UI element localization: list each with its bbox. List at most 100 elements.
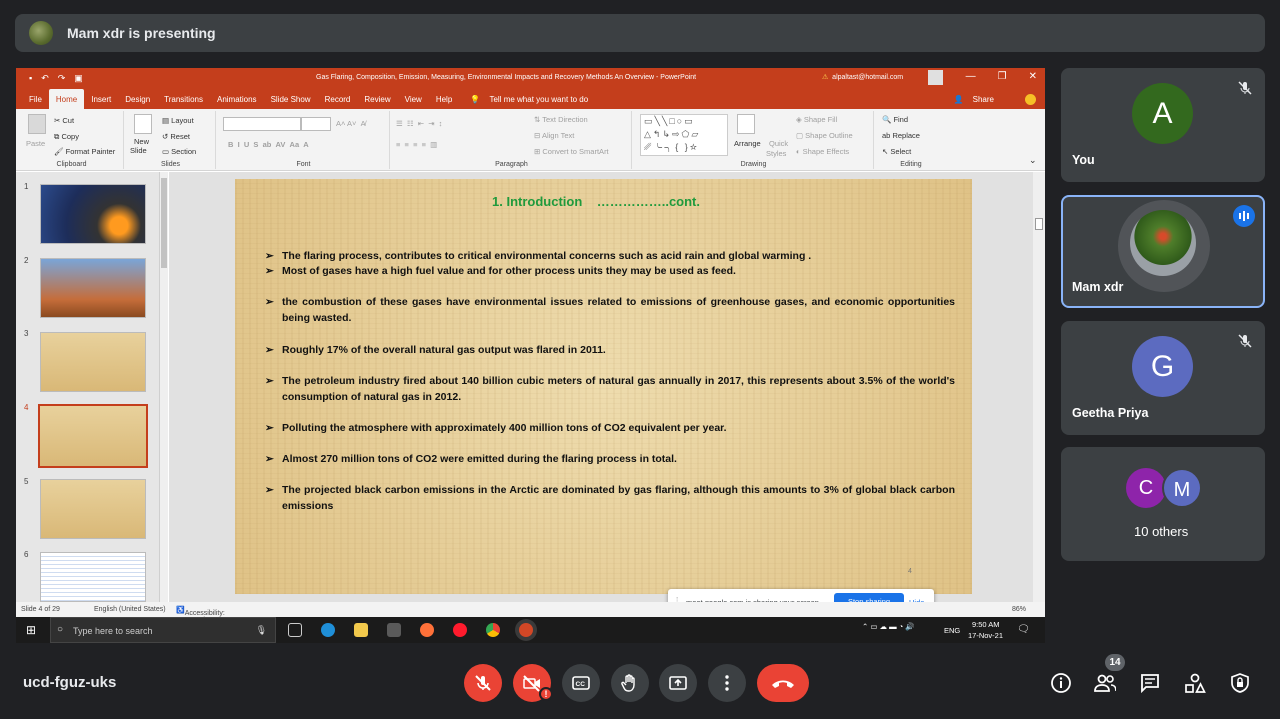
reset-button[interactable]: ↺ Reset bbox=[162, 132, 190, 141]
quick-styles-label[interactable]: Quick bbox=[769, 139, 788, 148]
chrome-icon[interactable] bbox=[486, 623, 500, 637]
new-slide-label-2[interactable]: Slide bbox=[130, 146, 147, 155]
paste-icon[interactable] bbox=[28, 114, 46, 134]
format-painter-button[interactable]: 🖌 Format Painter bbox=[54, 147, 115, 156]
windows-start-icon[interactable]: ⊞ bbox=[26, 623, 36, 637]
host-controls-icon[interactable] bbox=[1229, 672, 1251, 694]
arrange-icon[interactable] bbox=[737, 114, 755, 134]
convert-smartart-button[interactable]: ⊞ Convert to SmartArt bbox=[534, 147, 609, 156]
firefox-icon[interactable] bbox=[420, 623, 434, 637]
font-size-box[interactable] bbox=[301, 117, 331, 131]
powerpoint-taskbar-icon[interactable] bbox=[519, 623, 533, 637]
find-button[interactable]: 🔍 Find bbox=[882, 115, 908, 124]
chat-icon[interactable] bbox=[1139, 672, 1161, 694]
current-slide[interactable]: 1. Introduction ……………..cont. ➢ The flarin… bbox=[235, 179, 972, 594]
microphone-off-button[interactable] bbox=[464, 664, 502, 702]
shape-effects-button[interactable]: ◐ Shape Effects bbox=[796, 147, 849, 156]
meeting-details-icon[interactable] bbox=[1050, 672, 1072, 694]
new-slide-label[interactable]: New bbox=[134, 137, 149, 146]
notifications-icon[interactable]: 🗨 bbox=[1017, 624, 1030, 635]
share-button[interactable]: 👤 Share bbox=[953, 95, 1001, 104]
list-buttons[interactable]: ☰ ☷ ⇤ ⇥ ↕ bbox=[396, 119, 442, 128]
font-size-buttons[interactable]: A˄ A˅ A̸ bbox=[336, 119, 366, 128]
collapse-ribbon-icon[interactable]: ⌄ bbox=[1029, 155, 1037, 166]
people-icon[interactable] bbox=[1094, 672, 1116, 694]
account-avatar[interactable] bbox=[928, 70, 943, 85]
taskbar-search[interactable]: ○ Type here to search 🎙 bbox=[50, 617, 276, 643]
clock-date[interactable]: 17-Nov-21 bbox=[968, 631, 1003, 640]
undo-icon[interactable]: ↶ bbox=[41, 73, 49, 84]
tab-animations[interactable]: Animations bbox=[210, 95, 264, 109]
start-slideshow-icon[interactable]: ▣ bbox=[74, 73, 83, 84]
slide-thumbnail-3[interactable] bbox=[40, 332, 146, 392]
participant-tile-geetha-priya[interactable]: G Geetha Priya bbox=[1061, 321, 1265, 435]
tab-help[interactable]: Help bbox=[429, 95, 459, 109]
slide-thumbnail-4[interactable] bbox=[38, 404, 148, 468]
tab-record[interactable]: Record bbox=[318, 95, 358, 109]
file-explorer-icon[interactable] bbox=[354, 623, 368, 637]
thumbnails-scrollbar[interactable] bbox=[160, 172, 168, 602]
avatar: A bbox=[1132, 83, 1193, 144]
microphone-icon[interactable]: 🎙 bbox=[256, 625, 267, 636]
tab-insert[interactable]: Insert bbox=[84, 95, 118, 109]
copy-button[interactable]: ⧉ Copy bbox=[54, 132, 79, 142]
tab-design[interactable]: Design bbox=[118, 95, 157, 109]
tab-review[interactable]: Review bbox=[357, 95, 397, 109]
edge-icon[interactable] bbox=[321, 623, 335, 637]
language-status[interactable]: English (United States) bbox=[94, 606, 166, 613]
raise-hand-button[interactable] bbox=[611, 664, 649, 702]
shape-outline-button[interactable]: ▢ Shape Outline bbox=[796, 131, 853, 140]
redo-icon[interactable]: ↷ bbox=[58, 73, 66, 84]
opera-icon[interactable] bbox=[453, 623, 467, 637]
quick-styles-label-2[interactable]: Styles bbox=[766, 149, 786, 158]
hang-up-icon bbox=[772, 680, 794, 688]
tab-home[interactable]: Home bbox=[48, 89, 85, 109]
present-now-button[interactable] bbox=[659, 664, 697, 702]
feedback-smiley-icon[interactable] bbox=[1025, 94, 1036, 105]
layout-button[interactable]: ▤ Layout bbox=[162, 116, 194, 125]
new-slide-icon[interactable] bbox=[134, 114, 152, 134]
tell-me-box[interactable]: 💡 Tell me what you want to do bbox=[463, 95, 602, 109]
cut-button[interactable]: ✂ Cut bbox=[54, 116, 74, 125]
font-format-buttons[interactable]: B I U S ab AV Aa A bbox=[228, 140, 309, 149]
activities-icon[interactable] bbox=[1184, 672, 1206, 694]
shape-fill-button[interactable]: ◈ Shape Fill bbox=[796, 115, 837, 124]
align-buttons[interactable]: ≡ ≡ ≡ ≡ ▥ bbox=[396, 140, 437, 149]
zoom-level[interactable]: 86% bbox=[1012, 606, 1026, 613]
system-tray-icons[interactable]: ⌃ ▭ ☁ ▬ ◔ 🔊 bbox=[862, 622, 915, 631]
slide-thumbnail-1[interactable] bbox=[40, 184, 146, 244]
participant-tile-others[interactable]: C M 10 others bbox=[1061, 447, 1265, 561]
slide-thumbnail-2[interactable] bbox=[40, 258, 146, 318]
section-button[interactable]: ▭ Section bbox=[162, 147, 196, 156]
task-view-icon[interactable] bbox=[288, 623, 302, 637]
save-icon[interactable]: ▪ bbox=[29, 73, 32, 84]
store-icon[interactable] bbox=[387, 623, 401, 637]
font-name-box[interactable] bbox=[223, 117, 301, 131]
leave-call-button[interactable] bbox=[757, 664, 809, 702]
tab-transitions[interactable]: Transitions bbox=[157, 95, 210, 109]
minimize-icon[interactable]: — bbox=[966, 71, 976, 82]
participant-tile-you[interactable]: A You bbox=[1061, 68, 1265, 182]
replace-button[interactable]: ab Replace bbox=[882, 131, 920, 140]
maximize-icon[interactable]: ❐ bbox=[998, 71, 1007, 82]
clock-time[interactable]: 9:50 AM bbox=[972, 620, 1000, 629]
captions-button[interactable]: CC bbox=[562, 664, 600, 702]
align-text-button[interactable]: ⊟ Align Text bbox=[534, 131, 574, 140]
slide-thumbnail-6[interactable] bbox=[40, 552, 146, 602]
shapes-gallery[interactable]: ▭╲╲□○▭ △↰↳⇨⬠▱ ␥╰╮{ }☆ bbox=[640, 114, 728, 156]
camera-off-button[interactable]: ! bbox=[513, 664, 553, 702]
slide-thumbnail-5[interactable] bbox=[40, 479, 146, 539]
tab-slide-show[interactable]: Slide Show bbox=[264, 95, 318, 109]
more-options-button[interactable] bbox=[708, 664, 746, 702]
font-group: A˄ A˅ A̸ B I U S ab AV Aa A Font bbox=[218, 111, 390, 169]
arrange-label[interactable]: Arrange bbox=[734, 139, 761, 148]
tab-view[interactable]: View bbox=[398, 95, 429, 109]
select-button[interactable]: ↖ Select bbox=[882, 147, 911, 156]
participant-tile-mam-xdr[interactable]: Mam xdr bbox=[1061, 195, 1265, 308]
editor-scrollbar[interactable] bbox=[1033, 172, 1045, 602]
text-direction-button[interactable]: ⇅ Text Direction bbox=[534, 115, 588, 124]
close-icon[interactable]: ✕ bbox=[1029, 71, 1037, 82]
tab-file[interactable]: File bbox=[22, 95, 49, 109]
accessibility-status[interactable]: ♿ Accessibility: Investigate bbox=[176, 606, 225, 624]
language-indicator[interactable]: ENG bbox=[944, 626, 960, 635]
